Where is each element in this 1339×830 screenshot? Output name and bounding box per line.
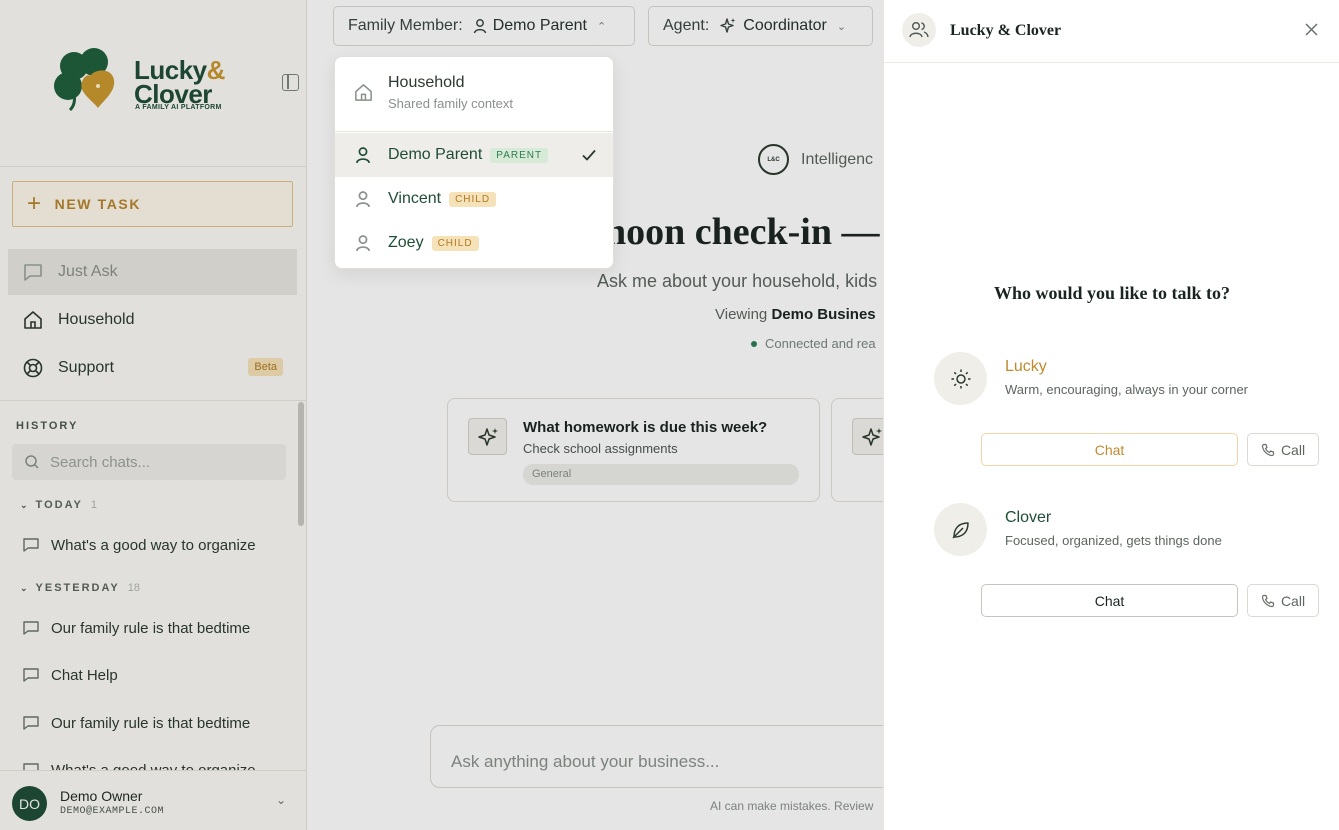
agent-desc-lucky: Warm, encouraging, always in your corner: [1005, 382, 1249, 397]
panel-question: Who would you like to talk to?: [993, 283, 1231, 303]
sun-icon: [934, 352, 987, 405]
agent-picker-panel: Lucky & Clover Who would you like to tal…: [883, 0, 1339, 830]
person-icon: [355, 235, 371, 252]
role-badge: CHILD: [431, 235, 479, 251]
chat-clover-button[interactable]: Chat: [981, 584, 1238, 617]
close-icon[interactable]: [1304, 22, 1319, 37]
leaf-icon: [934, 503, 987, 556]
phone-icon: [1261, 443, 1275, 456]
divider: [335, 131, 613, 132]
panel-header: Lucky & Clover: [884, 0, 1339, 63]
dropdown-option-vincent[interactable]: Vincent CHILD: [335, 177, 613, 221]
person-icon: [355, 147, 371, 164]
dropdown-option-zoey[interactable]: Zoey CHILD: [335, 221, 613, 265]
family-member-dropdown: Household Shared family context Demo Par…: [334, 56, 614, 269]
agent-name-lucky: Lucky: [1005, 358, 1047, 375]
chat-lucky-button[interactable]: Chat: [981, 433, 1238, 466]
role-badge: PARENT: [490, 147, 549, 163]
phone-icon: [1261, 594, 1275, 607]
users-icon: [902, 13, 936, 47]
dropdown-option-household[interactable]: Household Shared family context: [335, 57, 613, 131]
call-clover-button[interactable]: Call: [1247, 584, 1319, 617]
call-lucky-button[interactable]: Call: [1247, 433, 1319, 466]
home-icon: [355, 84, 372, 101]
panel-title: Lucky & Clover: [950, 22, 1062, 39]
agent-name-clover: Clover: [1005, 509, 1052, 526]
dropdown-option-demo-parent[interactable]: Demo Parent PARENT: [335, 133, 613, 177]
agent-desc-clover: Focused, organized, gets things done: [1005, 533, 1222, 548]
person-icon: [355, 191, 371, 208]
check-icon: [582, 149, 596, 161]
role-badge: CHILD: [449, 191, 497, 207]
